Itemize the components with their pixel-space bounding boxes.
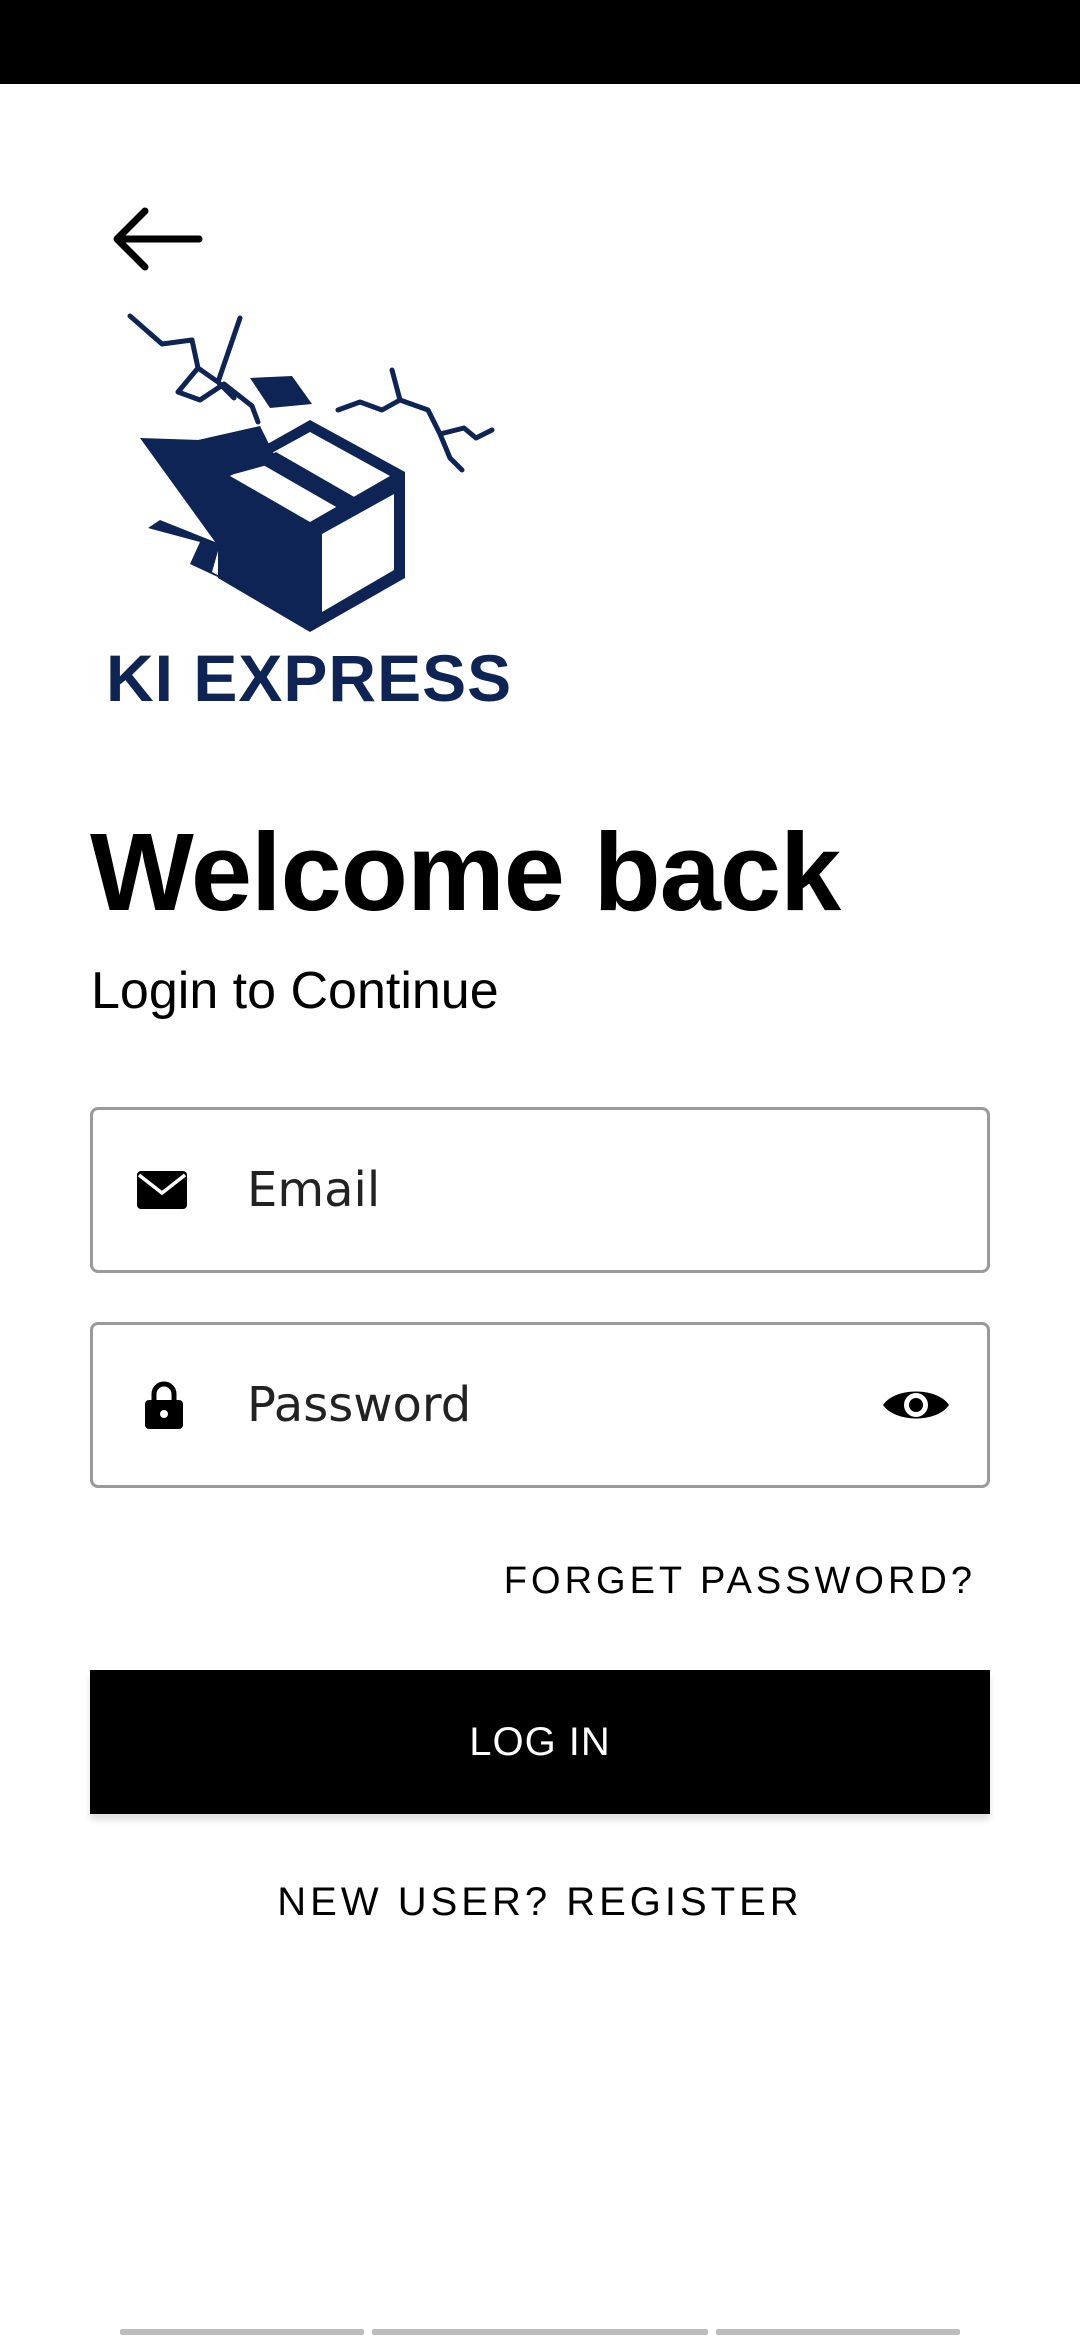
login-button[interactable]: LOG IN (90, 1670, 990, 1814)
page-title: Welcome back (90, 811, 841, 934)
brand-logo: KI EXPRESS (100, 310, 520, 720)
navigation-bar (0, 2320, 1080, 2340)
lock-icon (145, 1381, 183, 1429)
nav-handle-right[interactable] (716, 2329, 960, 2335)
email-field[interactable] (90, 1107, 990, 1273)
nav-handle-center[interactable] (372, 2329, 708, 2335)
password-input[interactable] (247, 1325, 907, 1485)
email-input[interactable] (247, 1110, 907, 1270)
arrow-left-icon (113, 207, 203, 271)
page-subtitle: Login to Continue (91, 962, 499, 1020)
forgot-password-link[interactable]: FORGET PASSWORD? (504, 1560, 976, 1603)
nav-handle-left[interactable] (120, 2329, 364, 2335)
brand-name: KI EXPRESS (106, 641, 513, 715)
envelope-icon (137, 1171, 187, 1209)
register-link[interactable]: NEW USER? REGISTER (0, 1880, 1080, 1925)
eye-icon[interactable] (881, 1381, 951, 1429)
status-bar (0, 0, 1080, 84)
password-field[interactable] (90, 1322, 990, 1488)
back-button[interactable] (100, 196, 210, 282)
